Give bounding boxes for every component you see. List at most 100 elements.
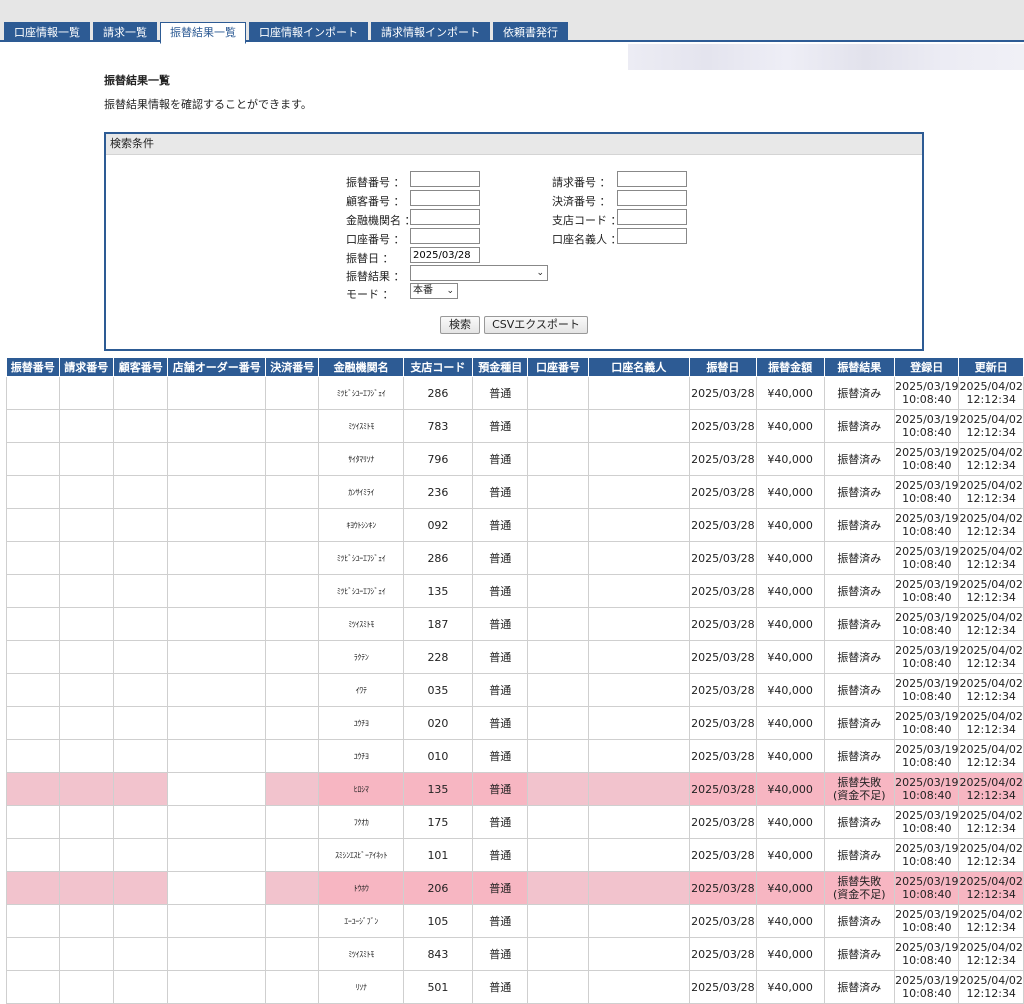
transfer-date-cell-text: 2025/03/28 [691, 617, 755, 631]
bank-name-cell-text: ﾐﾂﾋﾞｼﾕｰｴﾌｼﾞｪｲ [336, 586, 386, 596]
bank-name-cell: ﾐﾂﾋﾞｼﾕｰｴﾌｼﾞｪｲ [318, 541, 404, 575]
mode-select[interactable]: 本番 ⌄ [410, 283, 458, 299]
table-row[interactable]: ﾌｸｵｶ 175 普通 2025/03/28 ¥40,000 振替済み 2025/03/19… [6, 805, 1024, 839]
tab-5[interactable]: 依頼書発行 [493, 22, 568, 42]
updated-date-cell-text: 2025/04/02 [959, 545, 1023, 558]
table-row[interactable]: ﾐﾂﾋﾞｼﾕｰｴﾌｼﾞｪｲ 286 普通 2025/03/28 ¥40,000 振替済み 2… [6, 376, 1024, 410]
bank-name-input[interactable] [410, 209, 480, 225]
table-row[interactable]: ｻｲﾀﾏﾘｿﾅ 796 普通 2025/03/28 ¥40,000 振替済み 2025/03… [6, 442, 1024, 476]
invoice-no-input[interactable] [617, 171, 687, 187]
transfer-date-input[interactable] [410, 247, 480, 263]
table-row[interactable]: ﾘｿﾅ 501 普通 2025/03/28 ¥40,000 振替済み 2025/03/19 1… [6, 970, 1024, 1004]
table-row[interactable]: ｷﾖｳﾄｼﾝｷﾝ 092 普通 2025/03/28 ¥40,000 振替済み 2025/0… [6, 508, 1024, 542]
result-cell: 振替失敗 (資金不足) [823, 871, 896, 905]
account-no-cell [527, 871, 589, 905]
customer-no-cell [113, 673, 169, 707]
settlement-no-input[interactable] [617, 190, 687, 206]
column-header[interactable]: 振替番号 [6, 357, 60, 377]
customer-no-input[interactable] [410, 190, 480, 206]
bank-name-cell-text: ﾕｳﾁﾖ [353, 718, 369, 728]
transfer-no-cell [6, 805, 60, 839]
account-holder-input[interactable] [617, 228, 687, 244]
transfer-no-cell [6, 739, 60, 773]
table-row[interactable]: ﾋﾛｼﾏ 135 普通 2025/03/28 ¥40,000 振替失敗 (資金不足) 2025… [6, 772, 1024, 806]
column-header[interactable]: 支店コード [402, 357, 474, 377]
column-header[interactable]: 決済番号 [264, 357, 320, 377]
result-cell: 振替済み [823, 607, 896, 641]
column-header[interactable]: 振替日 [688, 357, 757, 377]
column-header[interactable]: 振替結果 [823, 357, 896, 377]
csv-export-button[interactable]: CSVエクスポート [484, 316, 588, 334]
account-holder-cell [587, 409, 690, 443]
amount-cell-text: ¥40,000 [767, 881, 813, 895]
amount-cell: ¥40,000 [755, 706, 825, 740]
branch-code-input[interactable] [617, 209, 687, 225]
column-header[interactable]: 口座名義人 [587, 357, 690, 377]
bank-name-cell: ﾄｳﾎｳ [318, 871, 404, 905]
store-order-no-cell [167, 409, 266, 443]
settlement-no-cell [264, 706, 320, 740]
account-holder-cell [587, 541, 690, 575]
tab-2[interactable]: 振替結果一覧 [160, 22, 246, 44]
mode-value: 本番 [413, 285, 433, 296]
amount-cell-text: ¥40,000 [767, 914, 813, 928]
tab-1[interactable]: 請求一覧 [93, 22, 157, 42]
table-row[interactable]: ﾕｳﾁﾖ 010 普通 2025/03/28 ¥40,000 振替済み 2025/03/19… [6, 739, 1024, 773]
transfer-result-select[interactable]: ⌄ [410, 265, 548, 281]
table-row[interactable]: ﾗｸﾃﾝ 228 普通 2025/03/28 ¥40,000 振替済み 2025/03/19… [6, 640, 1024, 674]
table-row[interactable]: ｲﾜﾃ 035 普通 2025/03/28 ¥40,000 振替済み 2025/03/19 1… [6, 673, 1024, 707]
tab-4[interactable]: 請求情報インポート [371, 22, 490, 42]
table-row[interactable]: ｽﾐｼﾝｴｽﾋﾞｰｱｲﾈｯﾄ 101 普通 2025/03/28 ¥40,000 振替済み… [6, 838, 1024, 872]
account-no-input[interactable] [410, 228, 480, 244]
table-body: ﾐﾂﾋﾞｼﾕｰｴﾌｼﾞｪｲ 286 普通 2025/03/28 ¥40,000 振替済み 2… [6, 376, 1024, 1004]
result-cell: 振替済み [823, 937, 896, 971]
settlement-no-cell [264, 937, 320, 971]
column-header[interactable]: 登録日 [894, 357, 960, 377]
registered-date-cell: 2025/03/19 10:08:40 [894, 904, 960, 938]
amount-cell-text: ¥40,000 [767, 518, 813, 532]
column-header[interactable]: 振替金額 [755, 357, 825, 377]
table-row[interactable]: ﾄｳﾎｳ 206 普通 2025/03/28 ¥40,000 振替失敗 (資金不足) 2025… [6, 871, 1024, 905]
account-holder-cell [587, 805, 690, 839]
registered-date-cell: 2025/03/19 10:08:40 [894, 508, 960, 542]
column-header[interactable]: 金融機関名 [318, 357, 404, 377]
table-row[interactable]: ﾐﾂﾋﾞｼﾕｰｴﾌｼﾞｪｲ 286 普通 2025/03/28 ¥40,000 振替済み 2… [6, 541, 1024, 575]
store-order-no-cell [167, 805, 266, 839]
deposit-type-cell: 普通 [472, 409, 529, 443]
transfer-date-cell-text: 2025/03/28 [691, 452, 755, 466]
bank-name-cell-text: ﾐﾂｲｽﾐﾄﾓ [348, 421, 375, 431]
column-header[interactable]: 口座番号 [527, 357, 589, 377]
transfer-no-input[interactable] [410, 171, 480, 187]
column-header[interactable]: 店舗オーダー番号 [167, 357, 266, 377]
registered-date-cell-text: 2025/03/19 [895, 875, 959, 888]
branch-code-cell: 501 [402, 970, 474, 1004]
table-row[interactable]: ﾐﾂｲｽﾐﾄﾓ 783 普通 2025/03/28 ¥40,000 振替済み 2025/03… [6, 409, 1024, 443]
invoice-no-cell [58, 706, 115, 740]
result-cell-text: 振替済み [837, 848, 882, 862]
account-holder-cell [587, 937, 690, 971]
table-row[interactable]: ｶﾝｻｲﾐﾗｲ 236 普通 2025/03/28 ¥40,000 振替済み 2025/03… [6, 475, 1024, 509]
invoice-no-cell [58, 805, 115, 839]
table-row[interactable]: ﾐﾂｲｽﾐﾄﾓ 187 普通 2025/03/28 ¥40,000 振替済み 2025/03… [6, 607, 1024, 641]
amount-cell: ¥40,000 [755, 640, 825, 674]
table-row[interactable]: ｴｰﾕｰｼﾞﾌﾞﾝ 105 普通 2025/03/28 ¥40,000 振替済み 2025/… [6, 904, 1024, 938]
table-row[interactable]: ﾐﾂｲｽﾐﾄﾓ 843 普通 2025/03/28 ¥40,000 振替済み 2025/03… [6, 937, 1024, 971]
column-header[interactable]: 顧客番号 [113, 357, 169, 377]
registered-date-cell-text: 10:08:40 [902, 690, 952, 703]
search-button[interactable]: 検索 [440, 316, 480, 334]
table-row[interactable]: ﾕｳﾁﾖ 020 普通 2025/03/28 ¥40,000 振替済み 2025/03/19… [6, 706, 1024, 740]
deposit-type-cell-text: 普通 [489, 551, 512, 565]
registered-date-cell: 2025/03/19 10:08:40 [894, 706, 960, 740]
updated-date-cell: 2025/04/02 12:12:34 [958, 904, 1024, 938]
deposit-type-cell: 普通 [472, 805, 529, 839]
deposit-type-cell: 普通 [472, 871, 529, 905]
column-header[interactable]: 預金種目 [472, 357, 529, 377]
tab-3[interactable]: 口座情報インポート [249, 22, 368, 42]
column-header[interactable]: 更新日 [958, 357, 1024, 377]
branch-code-cell: 135 [402, 772, 474, 806]
tab-0[interactable]: 口座情報一覧 [4, 22, 90, 42]
transfer-no-cell [6, 541, 60, 575]
updated-date-cell-text: 2025/04/02 [959, 611, 1023, 624]
column-header[interactable]: 請求番号 [58, 357, 115, 377]
table-row[interactable]: ﾐﾂﾋﾞｼﾕｰｴﾌｼﾞｪｲ 135 普通 2025/03/28 ¥40,000 振替済み 2… [6, 574, 1024, 608]
